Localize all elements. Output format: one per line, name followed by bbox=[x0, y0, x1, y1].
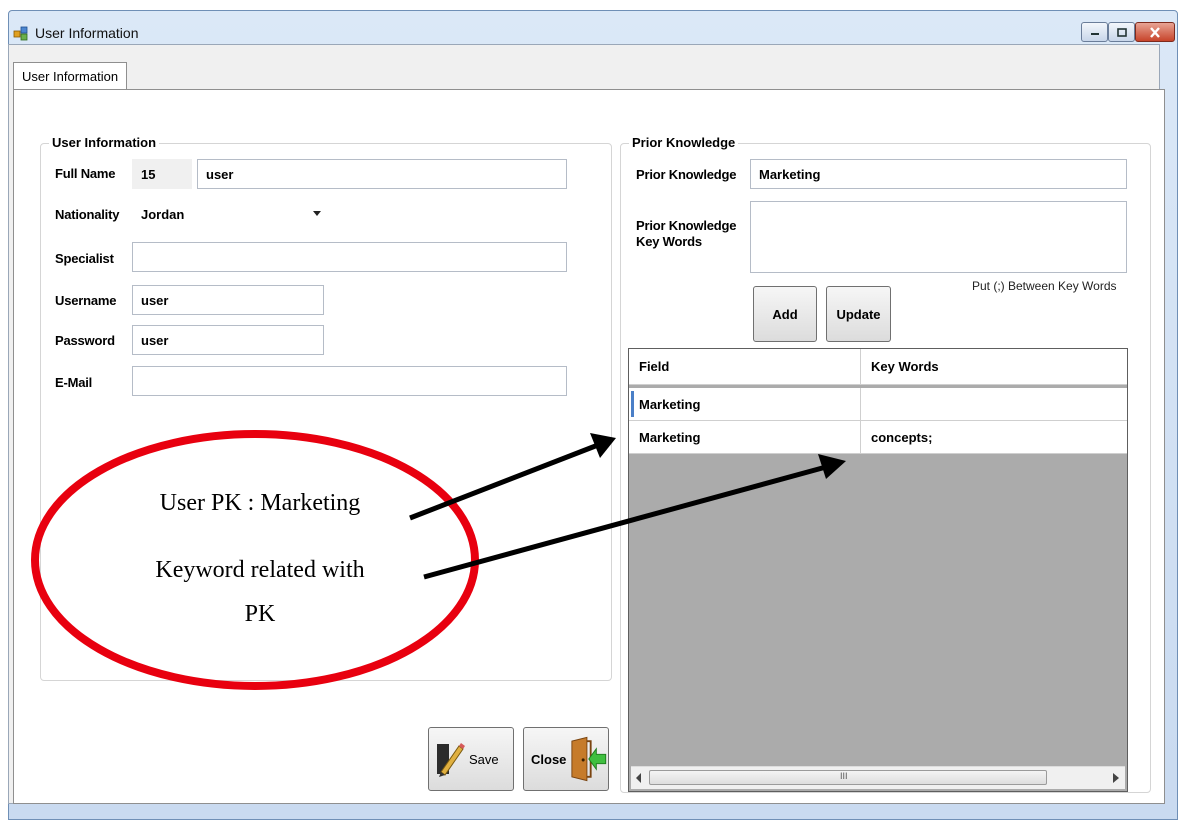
annotation-keyword-text-line1: Keyword related with bbox=[155, 557, 365, 583]
annotation-overlay bbox=[31, 430, 846, 690]
annotation-arrow-keyword bbox=[423, 454, 846, 580]
annotation-arrow-pk bbox=[409, 433, 616, 521]
annotation-pk-text: User PK : Marketing bbox=[159, 490, 361, 516]
annotation-keyword-text-line2: PK bbox=[244, 601, 276, 627]
